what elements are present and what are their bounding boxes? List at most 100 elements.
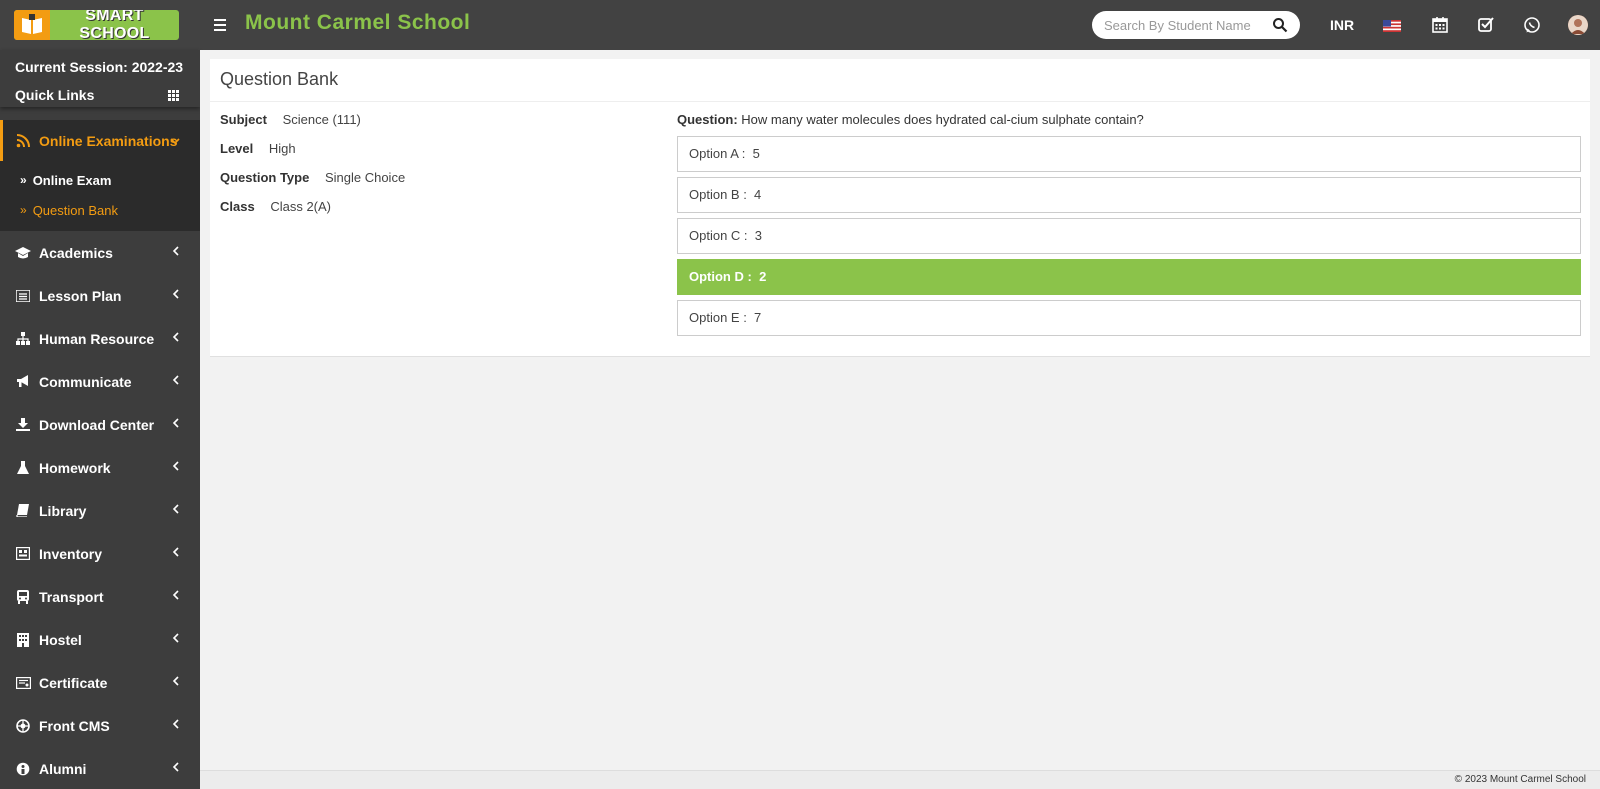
double-chevron-icon: » [20,173,27,187]
detail-subject: Subject Science (111) [220,111,405,140]
book-icon [15,503,31,519]
question-label: Question: [677,112,738,127]
sidebar-item-inventory[interactable]: Inventory [0,532,200,575]
sidebar-toggle-icon[interactable] [210,14,232,36]
detail-value: Class 2(A) [270,199,332,214]
building-icon [15,632,31,648]
option-value: 4 [754,187,762,202]
task-check-icon[interactable] [1476,15,1496,35]
sidebar-item-certificate[interactable]: Certificate [0,661,200,704]
rss-icon [15,133,31,149]
sidebar-item-label: Download Center [39,416,155,433]
sidebar-item-label: Communicate [39,373,132,390]
sidebar-item-label: Transport [39,588,104,605]
option-e[interactable]: Option E : 7 [677,300,1581,336]
us-flag-icon[interactable] [1382,15,1402,35]
option-value: 2 [759,269,767,284]
footer: © 2023 Mount Carmel School [200,770,1600,789]
list-icon [15,288,31,304]
sidebar-item-communicate[interactable]: Communicate [0,360,200,403]
sidebar-item-alumni[interactable]: Alumni [0,747,200,789]
option-label: Option A : [689,146,746,161]
top-header: SMART SCHOOL Mount Carmel School INR [0,0,1600,50]
option-value: 5 [752,146,760,161]
sidebar-item-label: Inventory [39,545,103,562]
detail-value: Single Choice [324,170,406,185]
sidebar-item-homework[interactable]: Homework [0,446,200,489]
detail-label: Level [220,141,254,156]
detail-value: Science (111) [282,112,361,127]
panel-header: Question Bank [210,59,1590,102]
sidebar-item-label: Human Resource [39,330,155,347]
question-body: How many water molecules does hydrated c… [741,112,1144,127]
sidebar-item-online-examinations[interactable]: Online Examinations [0,120,200,161]
logo-book-icon [14,10,50,40]
detail-label: Question Type [220,170,310,185]
grid-icon[interactable] [168,89,181,101]
sidebar-item-label: Certificate [39,674,108,691]
chevron-left-icon [172,461,179,471]
sidebar-item-download-center[interactable]: Download Center [0,403,200,446]
sidebar-item-label: Front CMS [39,717,110,734]
bullhorn-icon [15,374,31,390]
sidebar-item-academics[interactable]: Academics [0,231,200,274]
chevron-left-icon [172,547,179,557]
whatsapp-icon[interactable] [1522,15,1542,35]
sidebar-item-front-cms[interactable]: Front CMS [0,704,200,747]
session-block: Current Session: 2022-23 Quick Links [0,50,200,107]
option-c[interactable]: Option C : 3 [677,218,1581,254]
submenu-item-online-exam[interactable]: » Online Exam [0,165,200,195]
sidebar-item-label: Lesson Plan [39,287,122,304]
sidebar-item-lesson-plan[interactable]: Lesson Plan [0,274,200,317]
sidebar-item-label: Academics [39,244,113,261]
detail-label: Class [220,199,255,214]
submenu-item-question-bank[interactable]: » Question Bank [0,195,200,225]
chevron-left-icon [172,590,179,600]
sidebar-item-hostel[interactable]: Hostel [0,618,200,661]
school-name: Mount Carmel School [245,11,471,34]
calendar-icon[interactable] [1430,15,1450,35]
chevron-left-icon [172,504,179,514]
sidebar-item-label: Online Examinations [39,132,178,149]
sidebar-item-transport[interactable]: Transport [0,575,200,618]
question-text: Question: How many water molecules does … [677,111,1581,128]
submenu: » Online Exam » Question Bank [0,161,200,231]
option-b[interactable]: Option B : 4 [677,177,1581,213]
sidebar-item-label: Hostel [39,631,82,648]
currency-selector[interactable]: INR [1330,17,1354,33]
sidebar: Current Session: 2022-23 Quick Links Onl… [0,50,200,789]
option-a[interactable]: Option A : 5 [677,136,1581,172]
sitemap-icon [15,331,31,347]
search-box [1092,11,1300,39]
chevron-left-icon [172,289,179,299]
current-session[interactable]: Current Session: 2022-23 [15,59,185,83]
submenu-item-label: Online Exam [32,172,112,188]
logo[interactable]: SMART SCHOOL [14,10,179,40]
detail-label: Subject [220,112,267,127]
search-icon[interactable] [1272,17,1288,33]
option-label: Option B : [689,187,747,202]
user-avatar[interactable] [1568,15,1588,35]
chevron-down-icon [170,138,180,145]
chevron-left-icon [172,676,179,686]
chevron-left-icon [172,246,179,256]
option-label: Option C : [689,228,748,243]
page-title: Question Bank [220,69,339,89]
chevron-left-icon [172,418,179,428]
detail-question-type: Question Type Single Choice [220,169,405,198]
chevron-left-icon [172,332,179,342]
detail-level: Level High [220,140,405,169]
sidebar-item-human-resource[interactable]: Human Resource [0,317,200,360]
sidebar-item-library[interactable]: Library [0,489,200,532]
logo-text: SMART SCHOOL [79,10,150,40]
search-input[interactable] [1104,17,1254,33]
option-value: 3 [754,228,762,243]
sidebar-item-label: Library [39,502,87,519]
question-block: Question: How many water molecules does … [677,111,1581,341]
alumni-icon [15,761,31,777]
option-d-correct[interactable]: Option D : 2 [677,259,1581,295]
quick-links[interactable]: Quick Links [15,83,185,107]
chevron-left-icon [172,762,179,772]
quick-links-label: Quick Links [15,87,95,103]
option-value: 7 [754,310,762,325]
